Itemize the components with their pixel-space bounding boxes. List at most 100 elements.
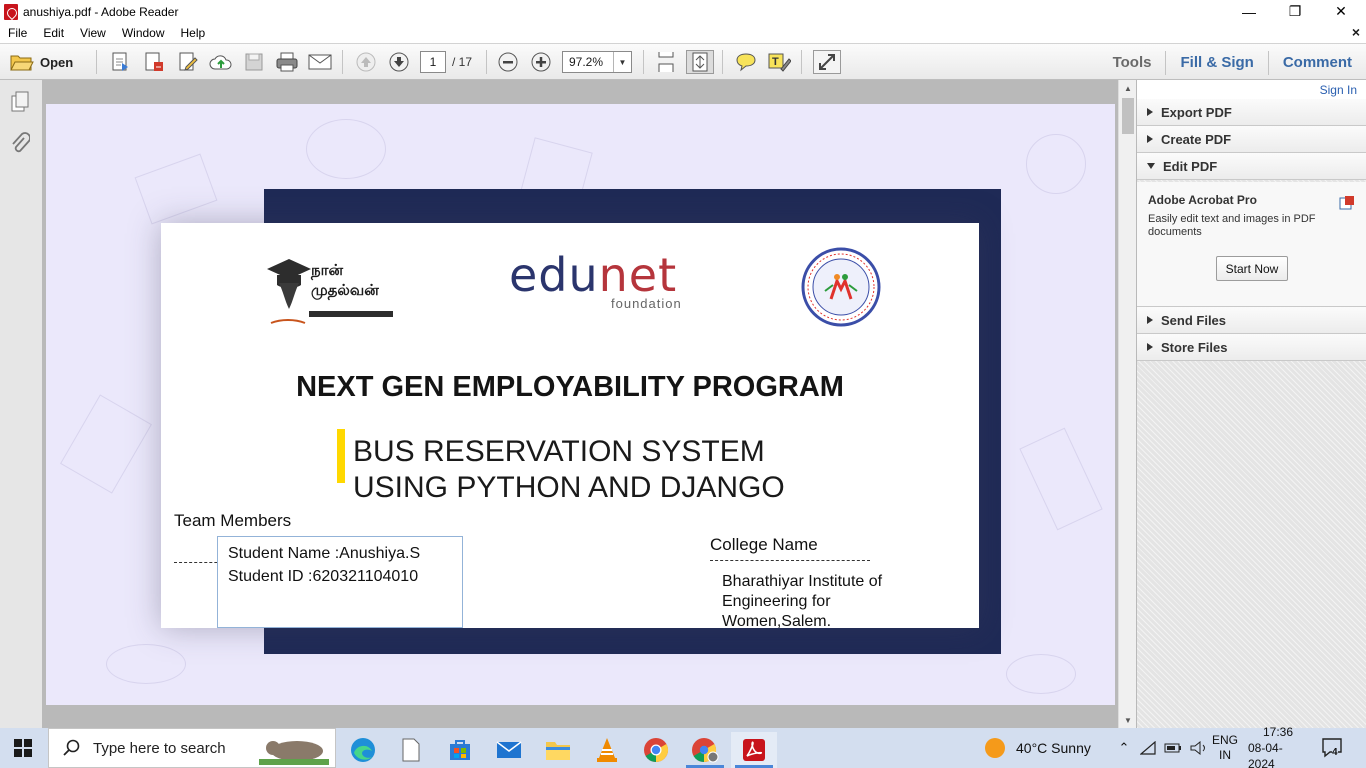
menu-help[interactable]: Help <box>173 26 214 40</box>
tools-pane: Sign In Export PDF Create PDF Edit PDF A… <box>1136 80 1366 728</box>
export-pdf-section[interactable]: Export PDF <box>1137 99 1366 126</box>
edunet-logo-part2: net <box>598 248 678 302</box>
sticky-note-button[interactable] <box>733 50 759 74</box>
attachments-button[interactable] <box>8 132 32 156</box>
fit-page-button[interactable] <box>686 50 714 74</box>
export-pdf-button[interactable] <box>141 50 167 74</box>
email-button[interactable] <box>306 50 334 74</box>
highlight-text-button[interactable]: T <box>766 50 792 74</box>
edunet-logo-part1: edu <box>509 248 599 302</box>
sun-icon <box>985 738 1005 758</box>
create-pdf-button[interactable] <box>108 50 134 74</box>
acrobat-pro-heading: Adobe Acrobat Pro <box>1148 193 1257 207</box>
wifi-icon[interactable] <box>1140 741 1156 755</box>
create-pdf-label: Create PDF <box>1161 131 1232 147</box>
restore-button[interactable]: ❐ <box>1272 0 1318 23</box>
clock[interactable]: 17:36 08-04-2024 <box>1248 725 1308 768</box>
toolbar: Open 1 / 17 97.2% ▼ T Tools Fill & Sign … <box>0 43 1366 80</box>
taskbar-adobe-reader[interactable] <box>731 732 777 768</box>
vertical-scrollbar[interactable]: ▲ ▼ <box>1118 80 1136 728</box>
close-button[interactable]: ✕ <box>1318 0 1364 23</box>
scroll-down-arrow[interactable]: ▼ <box>1119 712 1137 728</box>
pages-icon <box>11 91 29 112</box>
scrolling-mode-button[interactable] <box>653 50 679 74</box>
scrollbar-thumb[interactable] <box>1122 98 1134 134</box>
export-pdf-label: Export PDF <box>1161 104 1232 120</box>
clock-time: 17:36 <box>1262 725 1294 739</box>
battery-icon[interactable] <box>1164 742 1182 754</box>
tab-tools[interactable]: Tools <box>1099 51 1166 75</box>
start-now-button[interactable]: Start Now <box>1216 256 1288 281</box>
speaker-icon[interactable] <box>1190 741 1208 755</box>
printer-icon <box>276 52 298 72</box>
tab-fill-sign[interactable]: Fill & Sign <box>1165 50 1267 75</box>
edit-pdf-section[interactable]: Edit PDF <box>1137 153 1366 180</box>
upload-cloud-button[interactable] <box>208 50 234 74</box>
project-title-line-2: USING PYTHON AND DJANGO <box>353 471 785 504</box>
toolbar-separator <box>801 50 802 74</box>
mail-icon <box>496 741 522 758</box>
menu-edit[interactable]: Edit <box>35 26 72 40</box>
zoom-out-button[interactable] <box>495 50 521 74</box>
acrobat-pro-icon <box>1339 196 1354 210</box>
region-code: IN <box>1219 748 1231 762</box>
save-button[interactable] <box>241 50 267 74</box>
menu-file[interactable]: File <box>0 26 35 40</box>
page-thumbnails-button[interactable] <box>8 90 32 114</box>
expand-reading-mode-button[interactable] <box>813 50 841 74</box>
taskbar-edge[interactable] <box>340 732 386 768</box>
hippo-search-highlight-icon <box>259 741 329 765</box>
page-number-input[interactable]: 1 <box>420 51 446 73</box>
zoom-select[interactable]: 97.2% ▼ <box>562 51 632 73</box>
background-doodle <box>60 394 152 494</box>
edit-pdf-button[interactable] <box>175 50 201 74</box>
weather-widget[interactable]: 40°C Sunny <box>984 728 1091 768</box>
print-button[interactable] <box>273 50 301 74</box>
student-info-box[interactable]: Student Name :Anushiya.S Student ID :620… <box>217 536 463 628</box>
college-name-line-2: Engineering for <box>722 593 831 610</box>
next-page-button[interactable] <box>386 50 412 74</box>
pdf-page: நான் முதல்வன் edunet foundation NEXT GEN… <box>46 104 1115 705</box>
comment-bubble-icon <box>736 53 756 72</box>
expand-arrow-icon <box>1147 316 1153 324</box>
minimize-button[interactable]: — <box>1226 0 1272 23</box>
chevron-up-icon[interactable]: ⌃ <box>1114 740 1134 756</box>
project-title-line-1: BUS RESERVATION SYSTEM <box>353 435 765 468</box>
student-id: Student ID :620321104010 <box>228 568 419 585</box>
taskbar-notepad[interactable] <box>388 732 434 768</box>
edunet-foundation-logo: edunet foundation <box>509 248 681 311</box>
taskbar-chrome[interactable] <box>633 732 679 768</box>
start-button[interactable] <box>0 728 46 768</box>
windows-taskbar: Type here to search 40°C Sunny ⌃ ENG IN … <box>0 725 1366 768</box>
menu-window[interactable]: Window <box>114 26 173 40</box>
zoom-in-button[interactable] <box>528 50 554 74</box>
college-name-label: College Name <box>710 535 818 554</box>
previous-page-button[interactable] <box>353 50 379 74</box>
menu-view[interactable]: View <box>72 26 114 40</box>
document-viewport[interactable]: நான் முதல்வன் edunet foundation NEXT GEN… <box>43 80 1118 728</box>
search-placeholder: Type here to search <box>93 739 226 757</box>
scroll-page-icon <box>658 52 674 72</box>
toolbar-separator <box>643 50 644 74</box>
close-document-button[interactable]: × <box>1352 24 1360 40</box>
weather-text: 40°C Sunny <box>1016 740 1091 756</box>
taskbar-vlc[interactable] <box>584 732 630 768</box>
scroll-up-arrow[interactable]: ▲ <box>1119 80 1137 96</box>
export-pdf-icon <box>145 52 163 71</box>
taskbar-store[interactable] <box>437 732 483 768</box>
taskbar-search-box[interactable]: Type here to search <box>48 728 336 768</box>
input-language[interactable]: ENG IN <box>1212 728 1238 768</box>
taskbar-file-explorer[interactable] <box>535 732 581 768</box>
sign-in-link[interactable]: Sign In <box>1320 83 1357 97</box>
create-pdf-icon <box>112 52 128 71</box>
taskbar-chrome-profile[interactable] <box>682 732 728 768</box>
create-pdf-section[interactable]: Create PDF <box>1137 126 1366 153</box>
tab-comment[interactable]: Comment <box>1267 50 1366 75</box>
taskbar-mail[interactable] <box>486 732 532 768</box>
store-files-section[interactable]: Store Files <box>1137 334 1366 361</box>
fit-page-icon <box>692 52 708 72</box>
send-files-section[interactable]: Send Files <box>1137 307 1366 334</box>
open-button[interactable]: Open <box>10 50 90 74</box>
notification-center-button[interactable]: 4 <box>1322 728 1344 768</box>
chevron-down-icon[interactable]: ▼ <box>613 52 631 72</box>
